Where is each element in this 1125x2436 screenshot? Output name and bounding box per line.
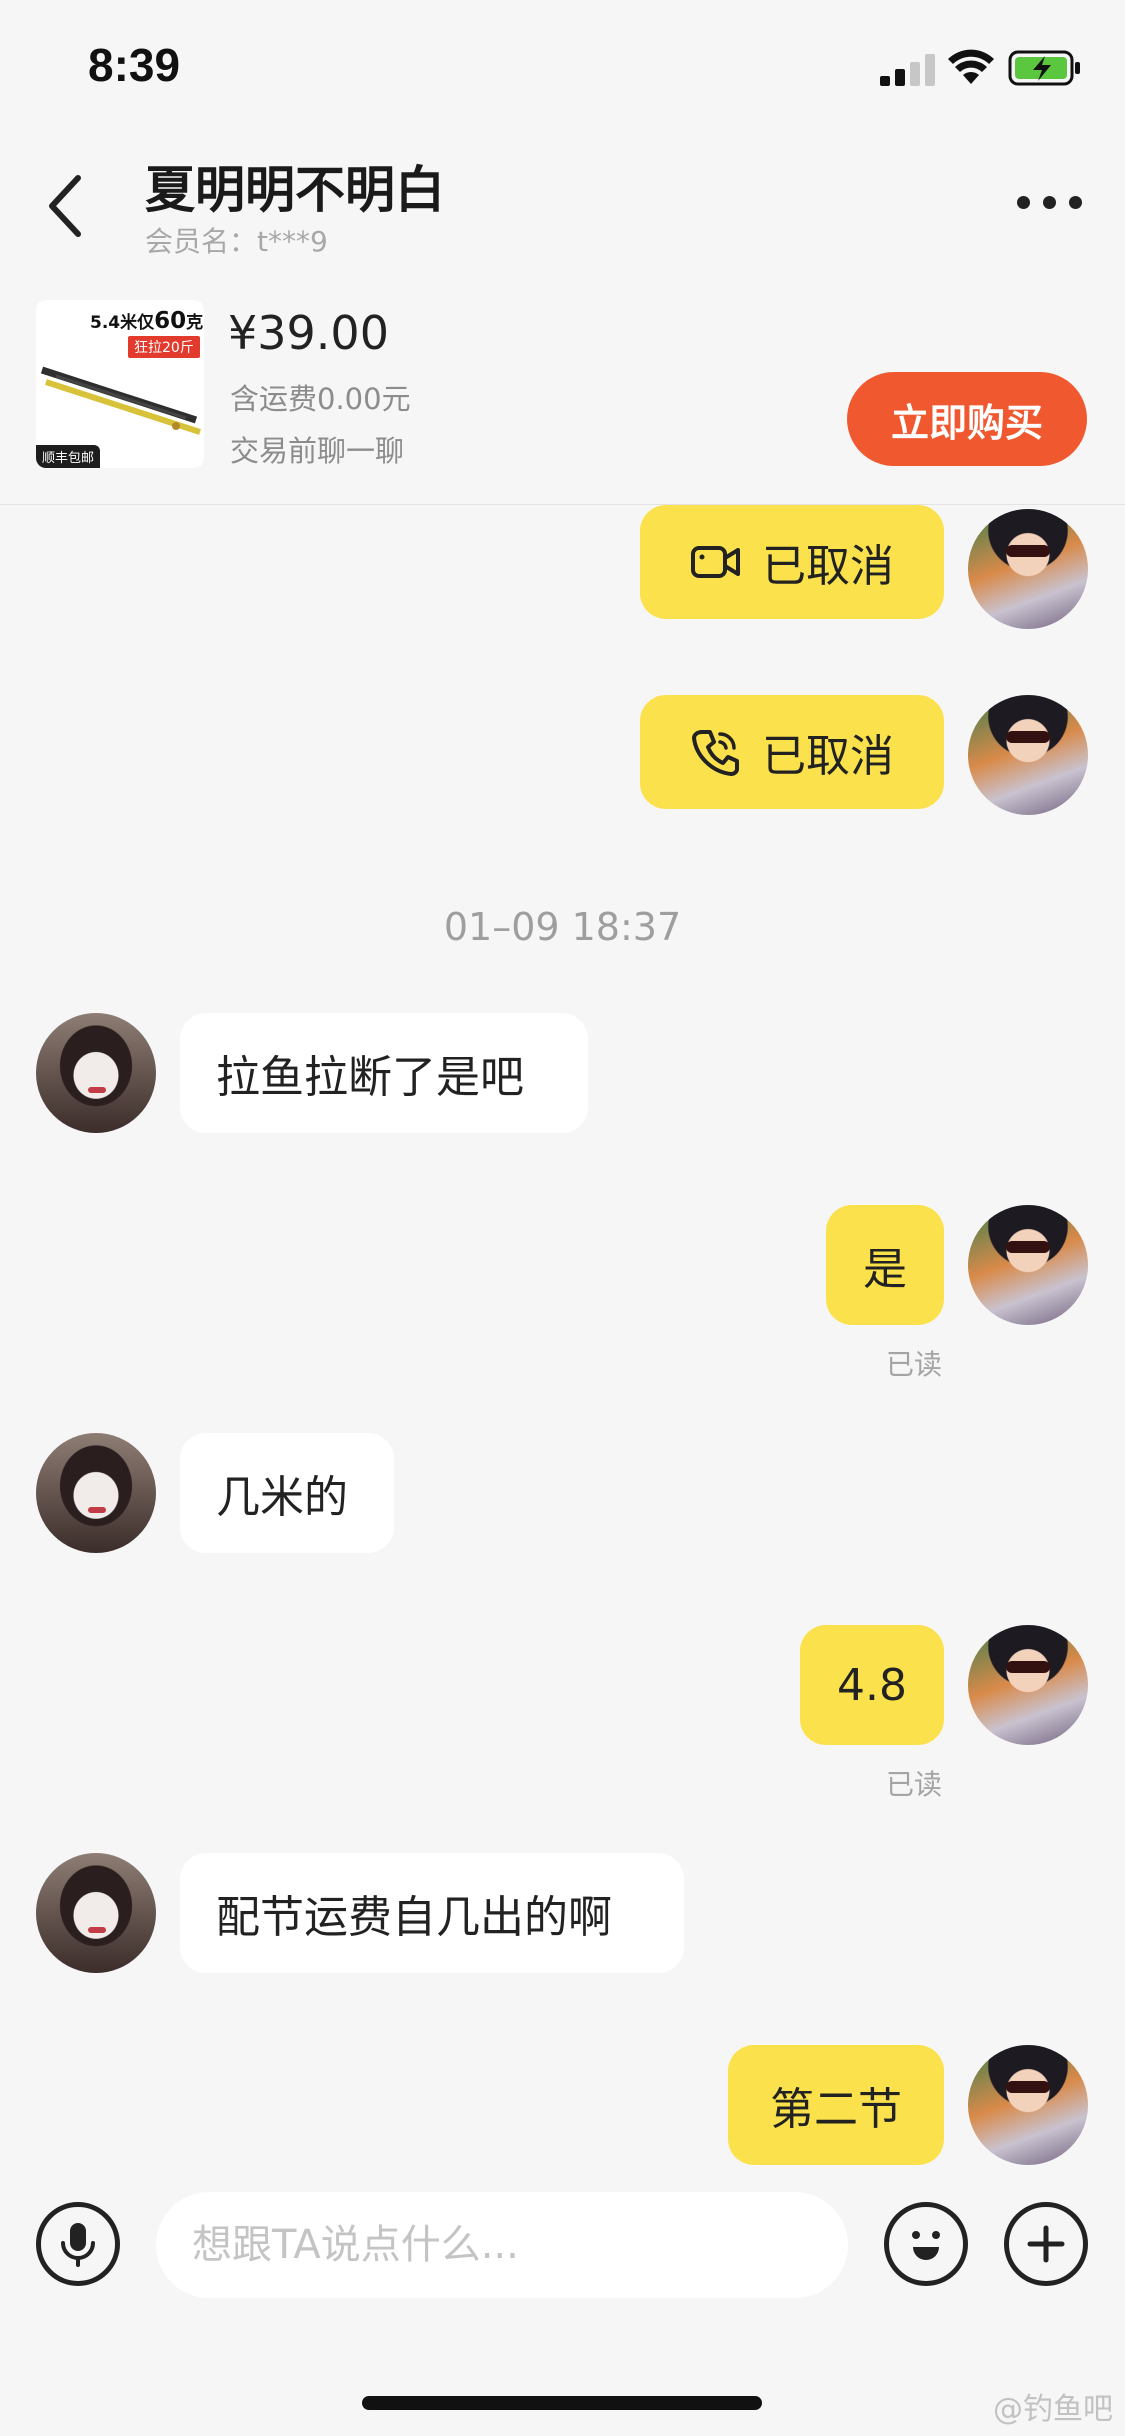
received-message[interactable]: 配节运费自几出的啊 (180, 1853, 684, 1973)
voice-call-bubble[interactable]: 已取消 (640, 695, 944, 809)
my-avatar[interactable] (968, 695, 1088, 815)
my-avatar[interactable] (968, 1625, 1088, 1745)
contact-name: 夏明明不明白 (145, 161, 445, 219)
member-name: 会员名：t***9 (145, 225, 328, 258)
received-message[interactable]: 几米的 (180, 1433, 394, 1553)
read-receipt: 已读 (886, 1348, 943, 1381)
status-time: 8:39 (88, 39, 181, 91)
my-avatar[interactable] (968, 2045, 1088, 2165)
status-bar: 8:39 (0, 0, 1125, 136)
chat-messages[interactable]: 已取消 已取消 01–09 18:37 拉鱼拉断了是吧 是 已读 几米的 4.8… (0, 505, 1125, 2170)
call-status-text: 已取消 (762, 731, 894, 782)
plus-icon[interactable] (1004, 2202, 1088, 2286)
thumbnail-badge: 顺丰包邮 (36, 445, 101, 468)
back-arrow-icon[interactable] (40, 166, 94, 246)
call-status-text: 已取消 (762, 541, 894, 592)
chat-header: 夏明明不明白 会员名：t***9 (0, 136, 1125, 286)
microphone-icon[interactable] (36, 2202, 120, 2286)
video-camera-icon (691, 546, 740, 578)
watermark: @钓鱼吧 (993, 2392, 1113, 2427)
contact-avatar[interactable] (36, 1013, 156, 1133)
phone-icon (692, 730, 739, 776)
contact-avatar[interactable] (36, 1853, 156, 1973)
message-input[interactable] (156, 2192, 848, 2298)
battery-charging-icon (1008, 50, 1080, 86)
sent-message[interactable]: 4.8 (800, 1625, 944, 1745)
contact-avatar[interactable] (36, 1433, 156, 1553)
my-avatar[interactable] (968, 509, 1088, 629)
product-thumbnail[interactable]: 5.4米仅60克 狂拉20斤 顺丰包邮 (36, 300, 204, 468)
message-input-bar (0, 2170, 1125, 2320)
sent-message[interactable]: 是 (826, 1205, 944, 1325)
product-price: ¥39.00 (228, 306, 389, 360)
message-timestamp: 01–09 18:37 (443, 905, 682, 949)
sent-message[interactable]: 第二节 (728, 2045, 944, 2165)
product-card[interactable]: 5.4米仅60克 狂拉20斤 顺丰包邮 ¥39.00 含运费0.00元 交易前聊… (0, 286, 1125, 505)
emoji-icon[interactable] (884, 2202, 968, 2286)
read-receipt: 已读 (886, 1768, 943, 1801)
wifi-icon (948, 49, 994, 84)
cellular-signal-icon (880, 52, 936, 86)
product-note: 交易前聊一聊 (230, 434, 405, 468)
my-avatar[interactable] (968, 1205, 1088, 1325)
video-call-bubble[interactable]: 已取消 (640, 505, 944, 619)
fishing-rod-image (40, 366, 201, 435)
home-indicator (362, 2396, 762, 2410)
more-options-icon[interactable] (1015, 188, 1085, 218)
product-shipping: 含运费0.00元 (230, 382, 411, 416)
received-message[interactable]: 拉鱼拉断了是吧 (180, 1013, 588, 1133)
buy-now-button[interactable]: 立即购买 (847, 372, 1087, 466)
